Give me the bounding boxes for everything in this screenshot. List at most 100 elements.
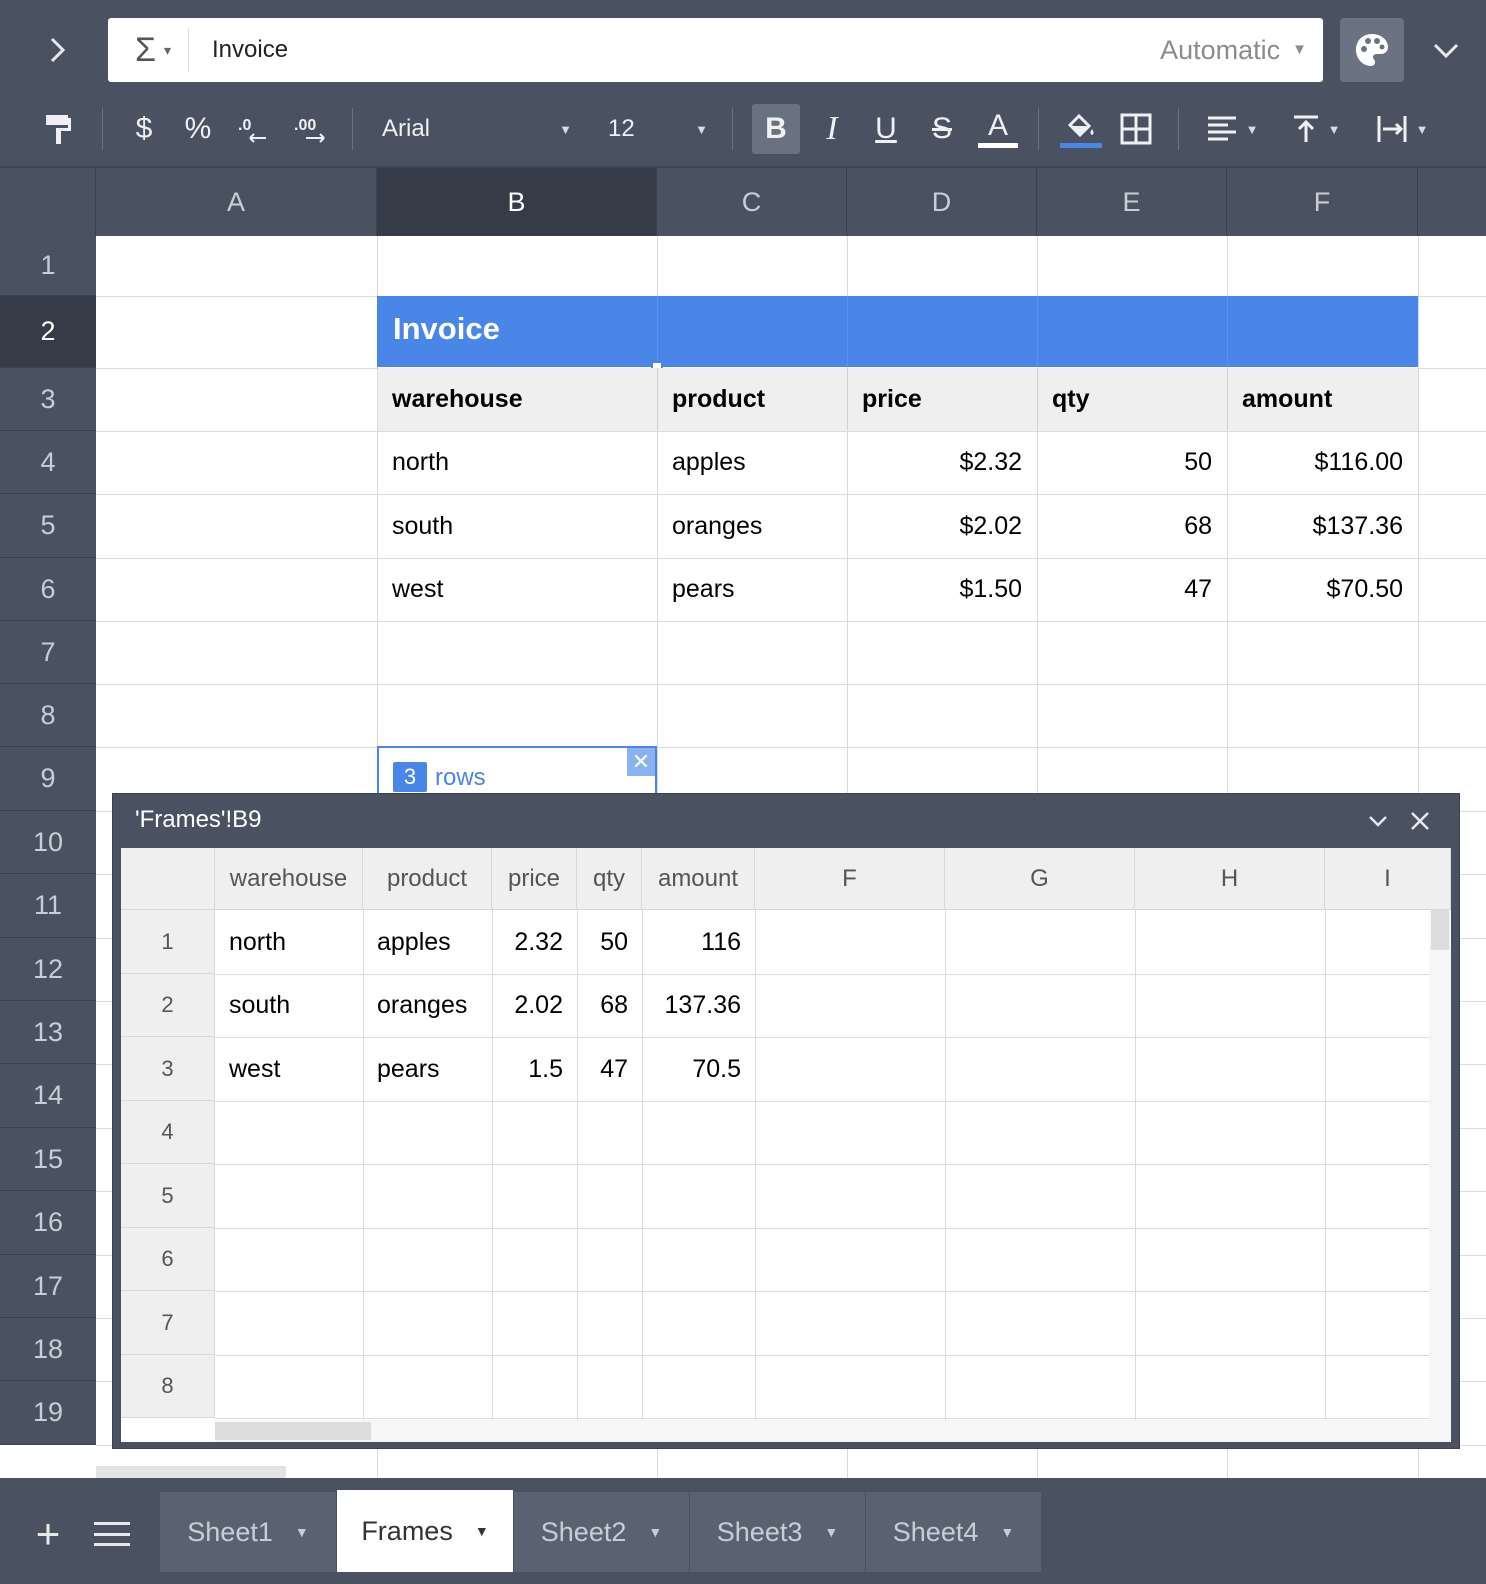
strikethrough-button[interactable]: S [922,104,962,154]
row-header-13[interactable]: 13 [0,1001,96,1064]
header-cell-product[interactable]: product [657,368,847,431]
close-icon[interactable] [1405,806,1435,836]
frame-column-header[interactable]: I [1325,848,1451,910]
data-cell[interactable]: $2.02 [847,494,1037,558]
invoice-title-band[interactable] [377,296,1418,367]
column-header-f[interactable]: F [1227,168,1418,236]
frame-data-cell[interactable]: north [215,910,363,974]
row-header-2[interactable]: 2 [0,296,96,368]
select-all-corner[interactable] [0,168,96,236]
text-wrap-button[interactable]: ▼ [1370,104,1434,154]
data-cell[interactable]: $70.50 [1227,558,1418,621]
frame-data-cell[interactable]: apples [363,910,492,974]
frame-row-header[interactable]: 7 [121,1291,215,1355]
column-header-a[interactable]: A [96,168,377,236]
paint-format-icon[interactable] [38,104,78,154]
column-header-b[interactable]: B [377,168,657,236]
row-header-16[interactable]: 16 [0,1191,96,1255]
increase-decimal-icon[interactable]: .00 [290,104,334,154]
decrease-decimal-icon[interactable]: .0 [234,104,274,154]
data-cell[interactable]: north [377,431,657,494]
frame-preview-grid[interactable]: warehouse product price qty amount F G H I 12345… [121,848,1451,1442]
frame-column-header[interactable]: G [945,848,1135,910]
sheet-tab-sheet4[interactable]: Sheet4 ▼ [866,1492,1042,1572]
font-size-select[interactable]: 12 ▼ [608,104,708,154]
sheet-tab-sheet2[interactable]: Sheet2 ▼ [514,1492,690,1572]
row-header-7[interactable]: 7 [0,621,96,684]
frame-data-cell[interactable]: 2.02 [492,974,577,1037]
expand-chevron-icon[interactable] [40,32,76,68]
column-header-d[interactable]: D [847,168,1037,236]
caret-down-icon[interactable]: ▼ [475,1523,489,1539]
column-header-c[interactable]: C [657,168,847,236]
data-cell[interactable]: $2.32 [847,431,1037,494]
sheet-tab-frames[interactable]: Frames ▼ [337,1490,514,1572]
frame-row-header[interactable]: 5 [121,1164,215,1228]
function-menu-button[interactable]: Σ ▾ [118,28,188,72]
frame-data-cell[interactable]: oranges [363,974,492,1037]
data-cell[interactable]: 68 [1037,494,1227,558]
row-header-17[interactable]: 17 [0,1255,96,1318]
row-header-12[interactable]: 12 [0,938,96,1001]
frame-marker[interactable]: 3 rows ✕ [377,746,657,796]
row-header-15[interactable]: 15 [0,1128,96,1191]
data-cell[interactable]: south [377,494,657,558]
close-icon[interactable]: ✕ [627,748,655,776]
row-header-1[interactable]: 1 [0,236,96,296]
all-sheets-menu-icon[interactable] [92,1516,132,1552]
row-header-14[interactable]: 14 [0,1064,96,1128]
data-cell[interactable]: 47 [1037,558,1227,621]
sheet-tab-sheet1[interactable]: Sheet1 ▼ [160,1492,337,1572]
row-header-19[interactable]: 19 [0,1381,96,1445]
frame-data-cell[interactable]: 70.5 [642,1037,755,1101]
data-cell[interactable]: oranges [657,494,847,558]
frame-data-cell[interactable]: west [215,1037,363,1101]
row-header-3[interactable]: 3 [0,368,96,431]
frame-data-cell[interactable]: 116 [642,910,755,974]
header-cell-amount[interactable]: amount [1227,368,1418,431]
frame-data-cell[interactable]: 137.36 [642,974,755,1037]
frame-row-header[interactable]: 3 [121,1037,215,1101]
sheet-tab-sheet3[interactable]: Sheet3 ▼ [690,1492,866,1572]
data-cell[interactable]: $137.36 [1227,494,1418,558]
frame-row-header[interactable]: 6 [121,1228,215,1291]
frame-data-cell[interactable]: south [215,974,363,1037]
calc-mode-select[interactable]: Automatic ▼ [1160,32,1307,68]
row-header-6[interactable]: 6 [0,558,96,621]
chevron-down-icon[interactable] [1363,806,1393,836]
data-cell[interactable]: pears [657,558,847,621]
row-header-9[interactable]: 9 [0,747,96,811]
frame-column-header[interactable]: qty [577,848,642,910]
percent-format-button[interactable]: % [178,104,218,154]
caret-down-icon[interactable]: ▼ [1000,1524,1014,1540]
frame-column-header[interactable]: price [492,848,577,910]
caret-down-icon[interactable]: ▼ [295,1524,309,1540]
scrollbar-thumb[interactable] [215,1422,371,1440]
frame-data-cell[interactable]: 50 [577,910,642,974]
fill-color-button[interactable] [1060,104,1102,154]
italic-button[interactable]: I [812,104,852,154]
horizontal-scrollbar[interactable] [215,1420,1429,1442]
frame-column-header[interactable]: warehouse [215,848,363,910]
frame-row-header[interactable]: 4 [121,1101,215,1164]
row-header-8[interactable]: 8 [0,684,96,747]
caret-down-icon[interactable]: ▼ [824,1524,838,1540]
currency-format-button[interactable]: $ [126,104,162,154]
frame-row-header[interactable]: 2 [121,974,215,1037]
horizontal-scrollbar[interactable] [96,1466,286,1478]
row-header-5[interactable]: 5 [0,494,96,558]
frame-data-cell[interactable]: 1.5 [492,1037,577,1101]
frame-data-cell[interactable]: 2.32 [492,910,577,974]
data-cell[interactable]: west [377,558,657,621]
horizontal-align-button[interactable]: ▼ [1200,104,1264,154]
font-family-select[interactable]: Arial ▼ [382,104,572,154]
row-header-11[interactable]: 11 [0,874,96,938]
frame-row-header[interactable]: 1 [121,910,215,974]
scrollbar-thumb[interactable] [1431,910,1449,950]
header-cell-qty[interactable]: qty [1037,368,1227,431]
borders-icon[interactable] [1116,104,1156,154]
caret-down-icon[interactable]: ▼ [648,1524,662,1540]
text-color-button[interactable]: A [978,104,1018,154]
data-cell[interactable]: $1.50 [847,558,1037,621]
frame-data-cell[interactable]: 47 [577,1037,642,1101]
